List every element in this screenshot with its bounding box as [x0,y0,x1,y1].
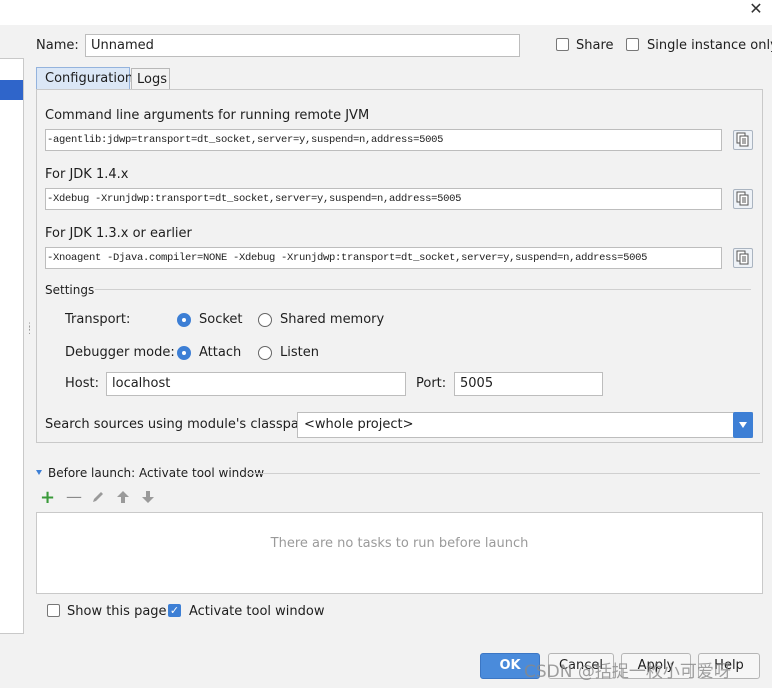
tab-configuration[interactable]: Configuration [36,67,133,89]
selected-tree-item[interactable] [0,80,23,100]
name-input[interactable]: Unnamed [85,34,520,57]
host-label: Host: [65,376,99,391]
before-launch-separator [246,473,760,474]
transport-shared-memory-label: Shared memory [280,312,385,327]
debugger-attach-radio[interactable] [177,346,191,360]
jvm-args-label: Command line arguments for running remot… [45,108,370,123]
activate-tool-window-checkbox[interactable]: ✓ [168,604,181,617]
share-checkbox[interactable] [556,38,569,51]
chevron-down-icon[interactable] [733,412,753,438]
close-icon[interactable]: ✕ [746,0,766,20]
configuration-tree-panel[interactable] [0,58,24,634]
before-launch-title: Before launch: Activate tool window [48,466,265,480]
jdk13-args-field[interactable]: -Xnoagent -Djava.compiler=NONE -Xdebug -… [45,247,722,269]
show-page-label: Show this page [67,604,167,619]
copy-jdk14-button[interactable] [733,189,753,209]
edit-icon[interactable] [91,490,105,508]
collapse-arrow-icon[interactable] [36,470,42,475]
debugger-listen-radio[interactable] [258,346,272,360]
debugger-attach-label: Attach [199,345,242,360]
jdk14-label: For JDK 1.4.x [45,167,129,182]
single-instance-label: Single instance only [647,38,772,53]
jdk14-args-field[interactable]: -Xdebug -Xrunjdwp:transport=dt_socket,se… [45,188,722,210]
jvm-args-field[interactable]: -agentlib:jdwp=transport=dt_socket,serve… [45,129,722,151]
transport-socket-radio[interactable] [177,313,191,327]
port-input[interactable]: 5005 [454,372,603,396]
host-input[interactable]: localhost [106,372,406,396]
move-down-icon[interactable] [141,490,155,508]
title-bar [0,0,772,25]
single-instance-checkbox[interactable] [626,38,639,51]
port-label: Port: [416,376,447,391]
classpath-dropdown-value: <whole project> [304,417,414,432]
before-launch-task-list[interactable]: There are no tasks to run before launch [36,512,763,594]
remove-icon[interactable]: — [66,489,82,505]
show-page-checkbox[interactable] [47,604,60,617]
debugger-listen-label: Listen [280,345,319,360]
transport-socket-label: Socket [199,312,243,327]
jdk13-label: For JDK 1.3.x or earlier [45,226,192,241]
share-label: Share [576,38,614,53]
activate-tool-window-label: Activate tool window [189,604,325,619]
watermark: CSDN @括捉一枚小可爱呀 [524,662,731,682]
copy-jvm-args-button[interactable] [733,130,753,150]
copy-icon [736,132,749,147]
name-label: Name: [36,38,79,53]
settings-title: Settings [45,283,95,297]
settings-separator [95,289,751,290]
debugger-mode-label: Debugger mode: [65,345,175,360]
transport-label: Transport: [65,312,131,327]
add-icon[interactable]: + [40,489,55,507]
copy-icon [736,191,749,206]
empty-tasks-text: There are no tasks to run before launch [270,536,529,551]
classpath-dropdown[interactable]: <whole project> [297,412,753,438]
classpath-label: Search sources using module's classpath: [45,417,317,432]
copy-icon [736,250,749,265]
copy-jdk13-button[interactable] [733,248,753,268]
transport-shared-memory-radio[interactable] [258,313,272,327]
splitter-handle[interactable]: ⋮ ⋮ [25,323,34,336]
tab-logs[interactable]: Logs [131,68,170,89]
move-up-icon[interactable] [116,490,130,508]
